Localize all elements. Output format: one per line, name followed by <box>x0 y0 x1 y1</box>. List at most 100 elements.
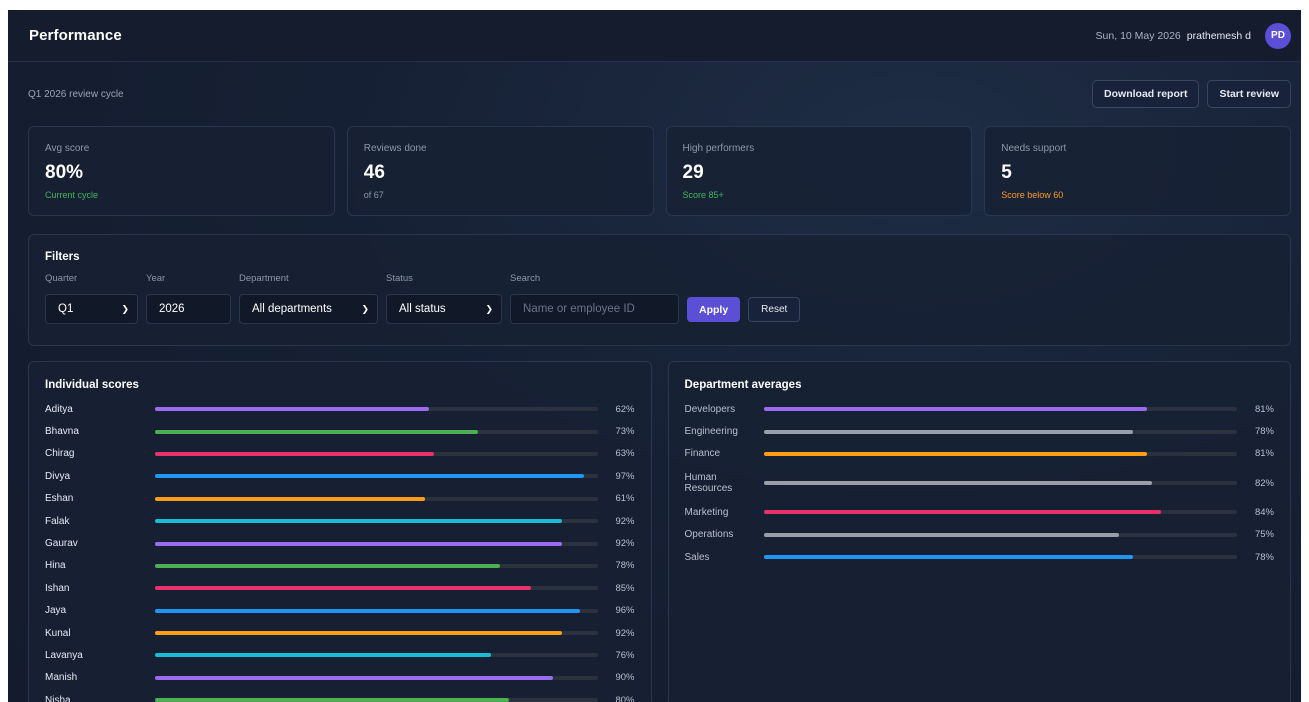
score-bar-fill <box>155 429 479 434</box>
score-bar-fill <box>155 407 430 412</box>
score-bar-fill <box>155 631 563 636</box>
row-percent: 84% <box>1254 506 1274 518</box>
score-panels: Individual scores Aditya 62% Bhavna 73% Chir… <box>28 361 1291 702</box>
individual-score-row: Aditya 62% <box>45 398 635 420</box>
score-bar-fill <box>763 407 1148 412</box>
row-name: Operations <box>684 529 734 541</box>
year-label: Year <box>146 273 166 284</box>
score-bar-track <box>763 532 1237 537</box>
score-bar-track <box>763 555 1237 560</box>
stat-label: Avg score <box>45 143 90 154</box>
score-bar-fill <box>763 555 1133 560</box>
row-name: Eshan <box>45 493 74 505</box>
stat-note: of 67 <box>363 190 384 200</box>
score-bar-fill <box>155 653 492 658</box>
row-percent: 81% <box>1254 403 1274 415</box>
row-percent: 81% <box>1254 448 1274 460</box>
reset-button[interactable]: Reset <box>748 297 801 322</box>
row-name: Hina <box>45 560 66 572</box>
top-right-info: Sun, 10 May 2026 prathemesh d PD <box>1096 22 1291 49</box>
quarter-select[interactable]: Q1 ❯ <box>45 294 138 324</box>
status-value: All status <box>399 303 446 315</box>
score-bar-fill <box>763 532 1119 537</box>
row-percent: 92% <box>615 627 635 639</box>
department-average-row: Operations 75% <box>685 524 1275 546</box>
stat-card-avg-score: Avg score 80% Current cycle <box>28 126 335 216</box>
score-bar-track <box>155 429 598 434</box>
row-percent: 80% <box>615 694 635 702</box>
stat-note: Current cycle <box>45 190 99 200</box>
score-bar-track <box>763 407 1237 412</box>
score-bar-fill <box>155 698 509 702</box>
score-bar-track <box>763 451 1237 456</box>
performance-app: Performance Sun, 10 May 2026 prathemesh … <box>8 10 1301 702</box>
row-name: Human Resources <box>684 472 733 495</box>
row-name: Lavanya <box>45 649 83 661</box>
department-select[interactable]: All departments ❯ <box>239 294 378 324</box>
search-filter: Search Name or employee ID <box>510 273 679 324</box>
row-percent: 85% <box>615 582 635 594</box>
row-percent: 63% <box>615 448 635 460</box>
individual-score-row: Bhavna 73% <box>45 420 635 442</box>
row-name: Marketing <box>684 506 729 518</box>
row-percent: 75% <box>1254 529 1274 541</box>
search-input[interactable]: Name or employee ID <box>510 294 679 324</box>
stat-card-high-performers: High performers 29 Score 85+ <box>665 126 973 216</box>
row-percent: 96% <box>615 605 635 617</box>
user-name[interactable]: prathemesh d <box>1187 30 1251 42</box>
individual-score-row: Chirag 63% <box>45 443 635 465</box>
row-name: Ishan <box>45 582 70 594</box>
row-name: Jaya <box>45 605 67 617</box>
stat-card-reviews-done: Reviews done 46 of 67 <box>346 126 654 216</box>
row-percent: 92% <box>615 538 635 550</box>
row-percent: 82% <box>1254 477 1274 489</box>
score-bar-fill <box>155 541 563 546</box>
row-name: Sales <box>684 551 710 563</box>
apply-button[interactable]: Apply <box>687 297 741 322</box>
individual-score-row: Ishan 85% <box>45 577 635 599</box>
search-label: Search <box>510 273 541 284</box>
score-bar-track <box>155 698 598 702</box>
department-filter: Department All departments ❯ <box>239 273 378 324</box>
top-bar: Performance Sun, 10 May 2026 prathemesh … <box>8 10 1301 62</box>
row-percent: 76% <box>615 649 635 661</box>
chevron-down-icon: ❯ <box>361 303 369 314</box>
row-name: Aditya <box>45 403 73 415</box>
row-name: Finance <box>684 448 721 460</box>
individual-score-row: Jaya 96% <box>45 600 635 622</box>
year-input[interactable]: 2026 <box>146 294 231 324</box>
individual-score-row: Kunal 92% <box>45 622 635 644</box>
row-name: Nisha <box>45 694 71 702</box>
score-bar-fill <box>155 451 434 456</box>
stat-card-needs-support: Needs support 5 Score below 60 <box>984 126 1291 216</box>
review-cycle-label: Q1 2026 review cycle <box>28 88 124 100</box>
individual-score-row: Manish 90% <box>45 667 635 689</box>
department-label: Department <box>239 273 289 284</box>
avatar[interactable]: PD <box>1265 22 1291 49</box>
individual-score-row: Nisha 80% <box>45 689 635 702</box>
score-bar-fill <box>763 429 1133 434</box>
score-bar-track <box>763 481 1237 486</box>
department-average-row: Marketing 84% <box>685 501 1275 523</box>
row-name: Developers <box>684 403 736 415</box>
score-bar-fill <box>155 563 501 568</box>
score-bar-track <box>155 675 598 680</box>
filters-title: Filters <box>45 251 80 263</box>
quarter-value: Q1 <box>58 303 74 315</box>
department-average-row: Human Resources 82% <box>685 465 1275 501</box>
start-review-button[interactable]: Start review <box>1207 80 1291 108</box>
row-percent: 61% <box>615 493 635 505</box>
download-report-button[interactable]: Download report <box>1092 80 1200 108</box>
status-filter: Status All status ❯ <box>386 273 502 324</box>
status-select[interactable]: All status ❯ <box>386 294 502 324</box>
score-bar-track <box>155 563 598 568</box>
individual-scores-title: Individual scores <box>45 379 139 391</box>
individual-score-row: Falak 92% <box>45 510 635 532</box>
department-averages-title: Department averages <box>684 379 802 391</box>
score-bar-track <box>155 407 598 412</box>
stat-label: Needs support <box>1001 143 1067 154</box>
score-bar-fill <box>155 675 554 680</box>
score-bar-track <box>155 496 598 501</box>
quarter-filter: Quarter Q1 ❯ <box>45 273 138 324</box>
department-average-row: Sales 78% <box>685 546 1275 568</box>
